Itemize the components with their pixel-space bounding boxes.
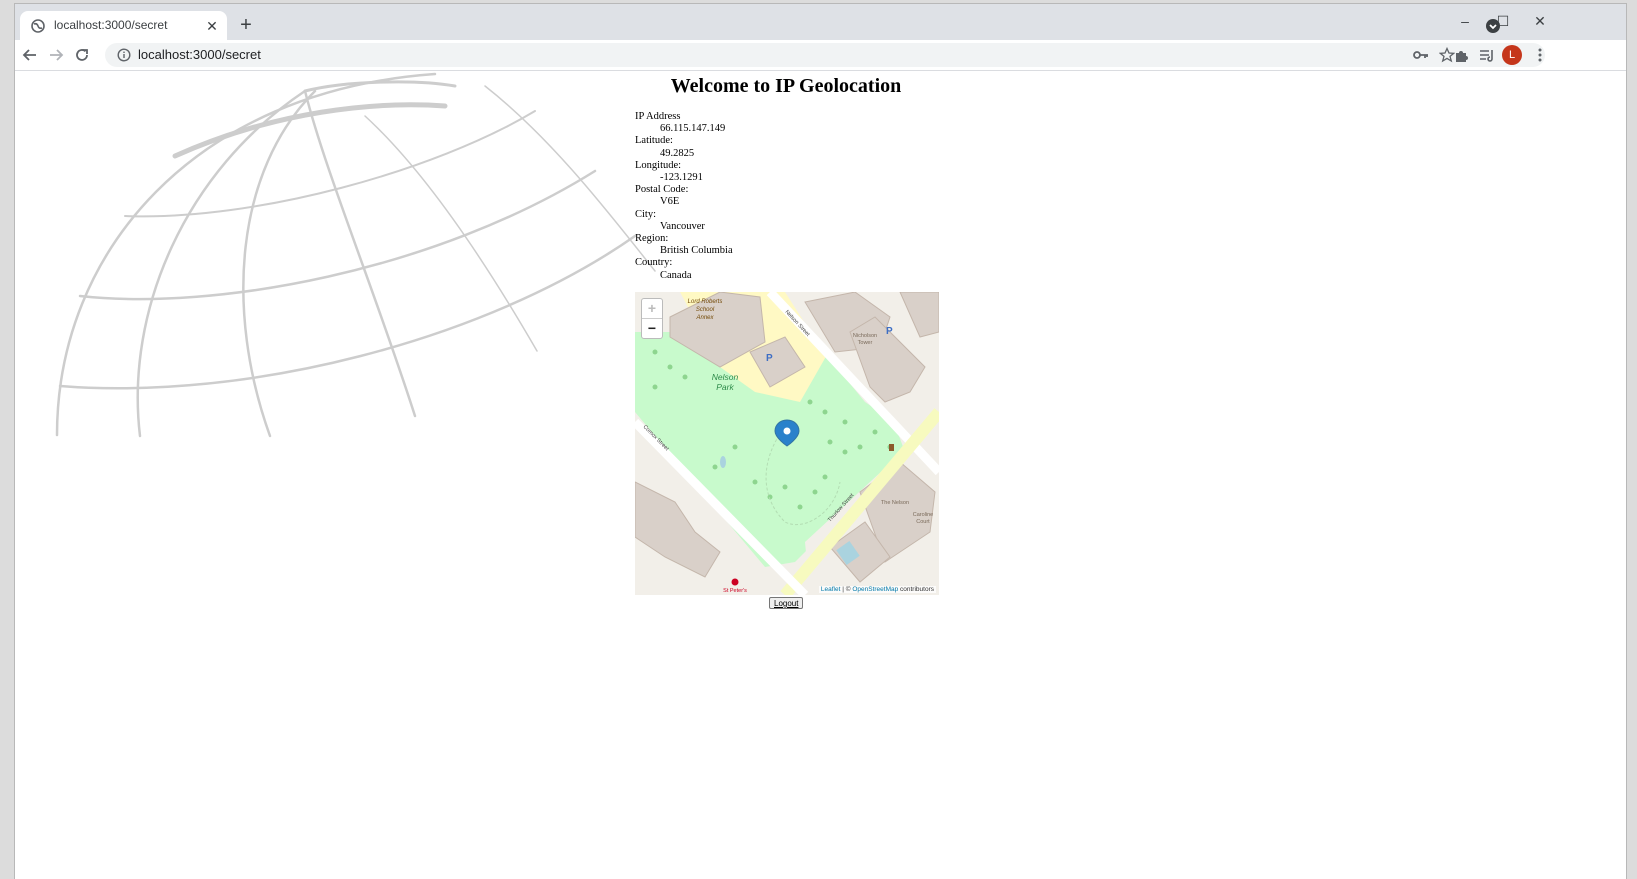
postal-code-value: V6E <box>660 196 680 208</box>
latitude-value: 49.2825 <box>660 147 695 159</box>
tab-title: localhost:3000/secret <box>54 18 168 32</box>
kebab-menu-icon[interactable] <box>1531 46 1549 64</box>
parking-label: P <box>766 353 773 364</box>
postal-code-label: Postal Code: <box>635 184 689 196</box>
browser-toolbar: localhost:3000/secret <box>15 40 1626 71</box>
new-tab-button[interactable]: + <box>234 14 258 38</box>
map-tiles[interactable]: Lord Roberts School Annex Nelson Park Ni… <box>635 292 939 595</box>
profile-avatar[interactable]: L <box>1502 45 1522 65</box>
page-viewport: Welcome to IP Geolocation IP Address 66.… <box>15 71 1626 879</box>
city-label: City: <box>635 208 657 220</box>
the-nelson-label: The Nelson <box>881 500 909 506</box>
longitude-label: Longitude: <box>635 159 682 171</box>
ip-address-value: 66.115.147.149 <box>660 123 726 135</box>
zoom-in-button[interactable]: + <box>642 299 662 319</box>
reading-list-icon[interactable] <box>1478 46 1496 64</box>
close-tab-icon[interactable]: ✕ <box>203 17 221 35</box>
ip-address-label: IP Address <box>635 111 681 122</box>
park-label-line2: Park <box>716 382 734 392</box>
leaflet-map[interactable]: Lord Roberts School Annex Nelson Park Ni… <box>635 292 939 595</box>
leaflet-link[interactable]: Leaflet <box>821 586 841 593</box>
parking-label-ne: P <box>886 326 893 337</box>
attribution-separator: | © <box>840 586 853 593</box>
caroline-label-line2: Court <box>916 519 930 525</box>
browser-window: localhost:3000/secret ✕ + – ☐ ✕ localhos… <box>15 4 1626 879</box>
puzzle-icon[interactable] <box>1453 46 1471 64</box>
church-icon <box>731 578 739 586</box>
forward-arrow-icon[interactable] <box>47 46 65 64</box>
page-title: Welcome to IP Geolocation <box>670 75 902 97</box>
church-label: St Peter's <box>723 588 747 594</box>
tab-strip: localhost:3000/secret ✕ + – ☐ ✕ <box>15 4 1626 40</box>
key-icon[interactable] <box>1413 48 1429 62</box>
globe-favicon-icon <box>31 19 45 33</box>
region-label: Region: <box>635 233 669 245</box>
caroline-label-line1: Caroline <box>913 512 933 518</box>
park-pond <box>720 456 726 468</box>
zoom-out-button[interactable]: − <box>642 319 662 338</box>
map-attribution: Leaflet | © OpenStreetMap contributors <box>818 586 936 593</box>
openstreetmap-link[interactable]: OpenStreetMap <box>852 586 898 593</box>
tab-active[interactable]: localhost:3000/secret ✕ <box>20 11 227 40</box>
country-label: Country: <box>635 257 673 269</box>
drinking-fountain-icon <box>889 444 894 451</box>
latitude-label: Latitude: <box>635 135 673 147</box>
park-label-line1: Nelson <box>712 372 739 382</box>
school-label-line3: Annex <box>695 315 714 321</box>
longitude-value: -123.1291 <box>660 172 703 184</box>
city-value: Vancouver <box>660 220 705 232</box>
address-bar[interactable]: localhost:3000/secret <box>105 43 1545 67</box>
maximize-button[interactable]: ☐ <box>1492 10 1514 32</box>
region-value: British Columbia <box>660 245 733 257</box>
back-arrow-icon[interactable] <box>21 46 39 64</box>
url-text[interactable]: localhost:3000/secret <box>138 47 261 62</box>
close-window-button[interactable]: ✕ <box>1529 10 1551 32</box>
country-value: Canada <box>660 269 692 281</box>
reload-icon[interactable] <box>73 46 91 64</box>
logout-button[interactable]: Logout <box>769 597 804 609</box>
minimize-button[interactable]: – <box>1454 10 1476 32</box>
geolocation-info-list: IP Address 66.115.147.149 Latitude: 49.2… <box>635 111 733 282</box>
school-label-line2: School <box>696 307 715 313</box>
school-label-line1: Lord Roberts <box>688 299 723 305</box>
zoom-control: + − <box>641 298 663 339</box>
tower-label-line1: Nicholson <box>853 333 877 339</box>
attribution-suffix: contributors <box>898 586 934 593</box>
info-icon[interactable] <box>117 48 131 62</box>
tower-label-line2: Tower <box>858 340 873 346</box>
